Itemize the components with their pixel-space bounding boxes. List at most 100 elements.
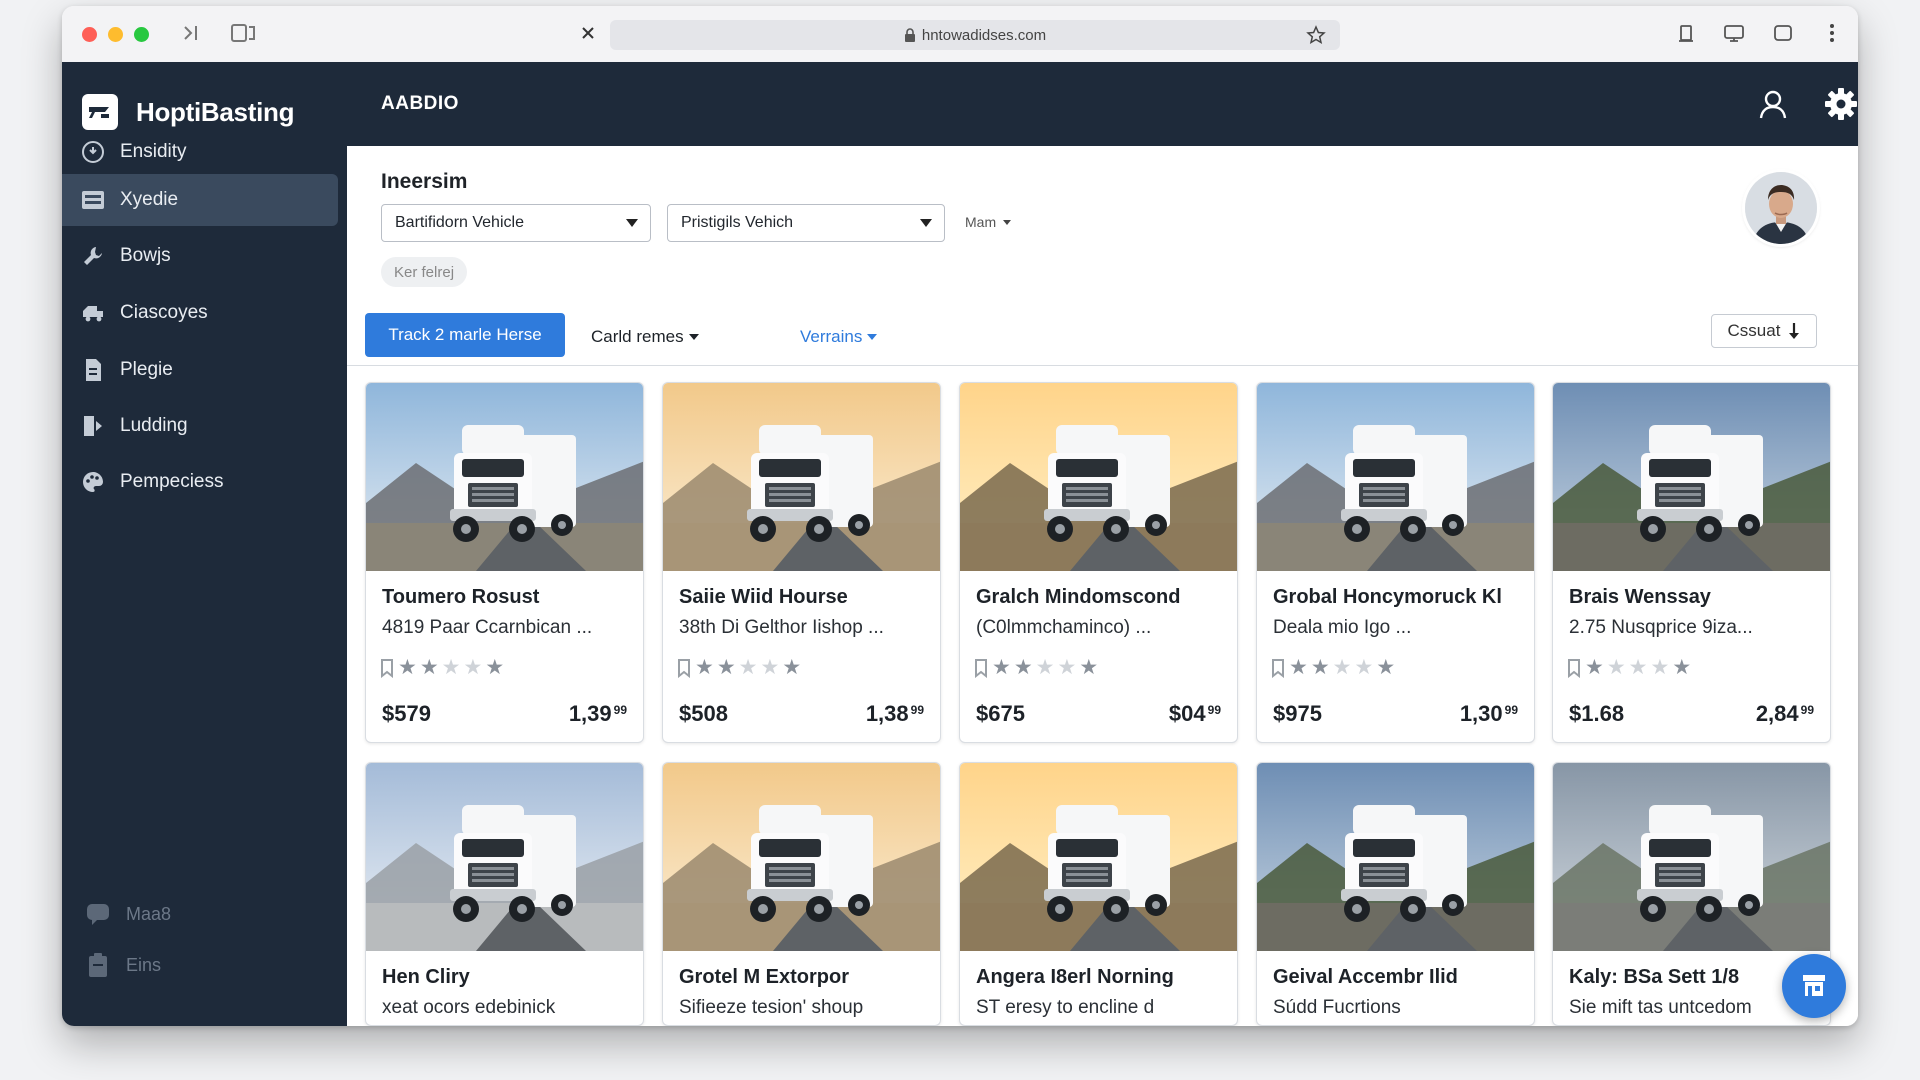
vehicle-image[interactable] [1553,763,1830,951]
star-empty-icon: ★ [441,656,461,679]
sidebar-item-label: Plegie [120,359,173,380]
price-secondary: $04 99 [1169,701,1221,727]
chip-label: Ker felrej [394,263,455,281]
sidebar-item-ensidity[interactable]: Ensidity [62,126,338,178]
track-button[interactable]: Track 2 marle Herse [365,313,565,357]
star-filled-icon: ★ [398,656,417,679]
sidebar-item-label: Xyedie [120,189,179,210]
chevron-down-icon [626,219,638,227]
card-title[interactable]: Grotel M Extorpor [679,966,849,989]
share-icon[interactable] [1674,20,1698,46]
price-primary: $675 [976,701,1025,726]
card-subtitle: 38th Di Gelthor Iishop ... [679,617,884,638]
minimize-window-button[interactable] [108,27,123,42]
sidebar-item-ludding[interactable]: Ludding [62,400,338,452]
star-empty-icon: ★ [1035,656,1055,679]
star-filled-icon: ★ [695,656,714,679]
page-title: AABDIO [381,93,459,114]
card-subtitle: 2.75 Nusqprice 9iza... [1569,617,1753,638]
sidebar-item-bowjs[interactable]: Bowjs [62,230,338,282]
flag-icon [80,413,106,439]
star-empty-icon: ★ [1376,656,1396,679]
rating-stars: ★ ★ ★ ★ ★ [974,657,1101,678]
star-empty-icon: ★ [485,656,505,679]
card-options-dropdown[interactable]: Carld remes [591,327,699,347]
card-title[interactable]: Angera I8erl Norning [976,966,1174,989]
tab-overview-icon[interactable] [229,20,259,46]
sidebar-item-label: Pempeciess [120,471,224,492]
settings-gear-icon[interactable] [1821,84,1858,124]
bookmark-icon[interactable] [1271,658,1285,678]
card-subtitle: 4819 Paar Ccarnbican ... [382,617,593,638]
star-empty-icon: ★ [1332,656,1352,679]
bookmark-icon[interactable] [677,658,691,678]
vehicle-image[interactable] [366,763,643,951]
filter-chip[interactable]: Ker felrej [381,257,468,287]
floating-action-button[interactable] [1782,954,1846,1018]
vehicle-card[interactable]: Grotel M Extorpor Sifieeze tesion' shoup [662,762,941,1026]
vehicle-type-select[interactable]: Bartifidorn Vehicle [381,204,651,242]
bookmark-icon[interactable] [1567,658,1581,678]
price-secondary-value: 1,30 [1459,701,1503,726]
bookmark-icon[interactable] [380,658,394,678]
wrench-icon [80,243,106,269]
user-profile-icon[interactable] [1753,84,1793,124]
card-title[interactable]: Gralch Mindomscond [976,586,1180,609]
vehicle-image[interactable] [1257,383,1534,571]
price-secondary-cents: 99 [1504,703,1518,717]
vehicle-card[interactable]: Grobal Honcymoruck Kl Deala mio Igo ... ★ ★… [1256,382,1535,743]
vehicle-card[interactable]: Geival Accembr Ilid Súdd Fucrtions [1256,762,1535,1026]
clipboard-icon [84,951,112,979]
vehicle-image[interactable] [366,383,643,571]
star-filled-icon: ★ [992,656,1011,679]
vehicle-model-select[interactable]: Pristigils Vehich [667,204,945,242]
chevron-down-icon [920,219,932,227]
vehicle-card[interactable]: Angera I8erl Norning ST eresy to encline … [959,762,1238,1026]
vehicle-image[interactable] [663,763,940,951]
star-empty-icon: ★ [782,656,802,679]
vehicle-image[interactable] [663,383,940,571]
close-tab-icon[interactable] [576,20,600,46]
vehicle-card[interactable]: Hen Cliry хeat ocors edebinick [365,762,644,1026]
card-title[interactable]: Saiie Wiid Hourse [679,586,848,609]
variants-dropdown[interactable]: Verrains [800,327,878,347]
sidebar-item-plegie[interactable]: Plegie [62,344,338,396]
tabs-icon[interactable] [1769,20,1797,46]
sidebar-item-xyedie[interactable]: Xyedie [62,174,338,226]
bookmark-star-icon[interactable] [1306,25,1326,49]
sort-button[interactable]: Cssuat [1711,314,1817,348]
vehicle-image[interactable] [960,383,1237,571]
sidebar-item-ciascoyes[interactable]: Ciascoyes [62,287,338,339]
address-bar[interactable]: hntowadidses.com [610,20,1340,50]
star-empty-icon: ★ [1672,656,1692,679]
sidebar-item-pempeciess[interactable]: Pempeciess [62,456,338,508]
vehicle-image[interactable] [1257,763,1534,951]
toolbar-divider [347,365,1858,366]
close-window-button[interactable] [82,27,97,42]
cast-icon[interactable] [1720,20,1748,46]
vehicle-image[interactable] [960,763,1237,951]
chevron-down-icon [688,334,699,340]
small-dropdown[interactable]: Mam [965,214,1012,230]
more-menu-icon[interactable] [1822,20,1842,46]
price-primary: $1.68 [1569,701,1625,726]
vehicle-card[interactable]: Saiie Wiid Hourse 38th Di Gelthor Iishop … [662,382,941,743]
maximize-window-button[interactable] [134,27,149,42]
card-title[interactable]: Kaly: BSa Sett 1/8 [1569,966,1739,989]
sidebar-bottom-item-maa8[interactable]: Maa8 [84,900,171,928]
sidebar-bottom-label: Eins [126,954,162,975]
card-title[interactable]: Geival Accembr Ilid [1273,966,1458,989]
sidebar-toggle-icon[interactable] [180,20,206,46]
lock-icon [904,28,916,42]
vehicle-card[interactable]: Toumero Rosust 4819 Paar Ccarnbican ... ★ ★… [365,382,644,743]
sidebar-bottom-item-eins[interactable]: Eins [84,951,161,979]
avatar[interactable] [1745,172,1817,244]
card-title[interactable]: Brais Wenssay [1569,586,1711,609]
vehicle-image[interactable] [1553,383,1830,571]
card-title[interactable]: Toumero Rosust [382,586,539,609]
bookmark-icon[interactable] [974,658,988,678]
vehicle-card[interactable]: Gralch Mindomscond (C0lmmchaminco) ... ★ ★ ★… [959,382,1238,743]
card-title[interactable]: Hen Cliry [382,966,470,989]
vehicle-card[interactable]: Brais Wenssay 2.75 Nusqprice 9iza... ★ ★ ★ ★ ★… [1552,382,1831,743]
card-title[interactable]: Grobal Honcymoruck Kl [1273,586,1502,609]
